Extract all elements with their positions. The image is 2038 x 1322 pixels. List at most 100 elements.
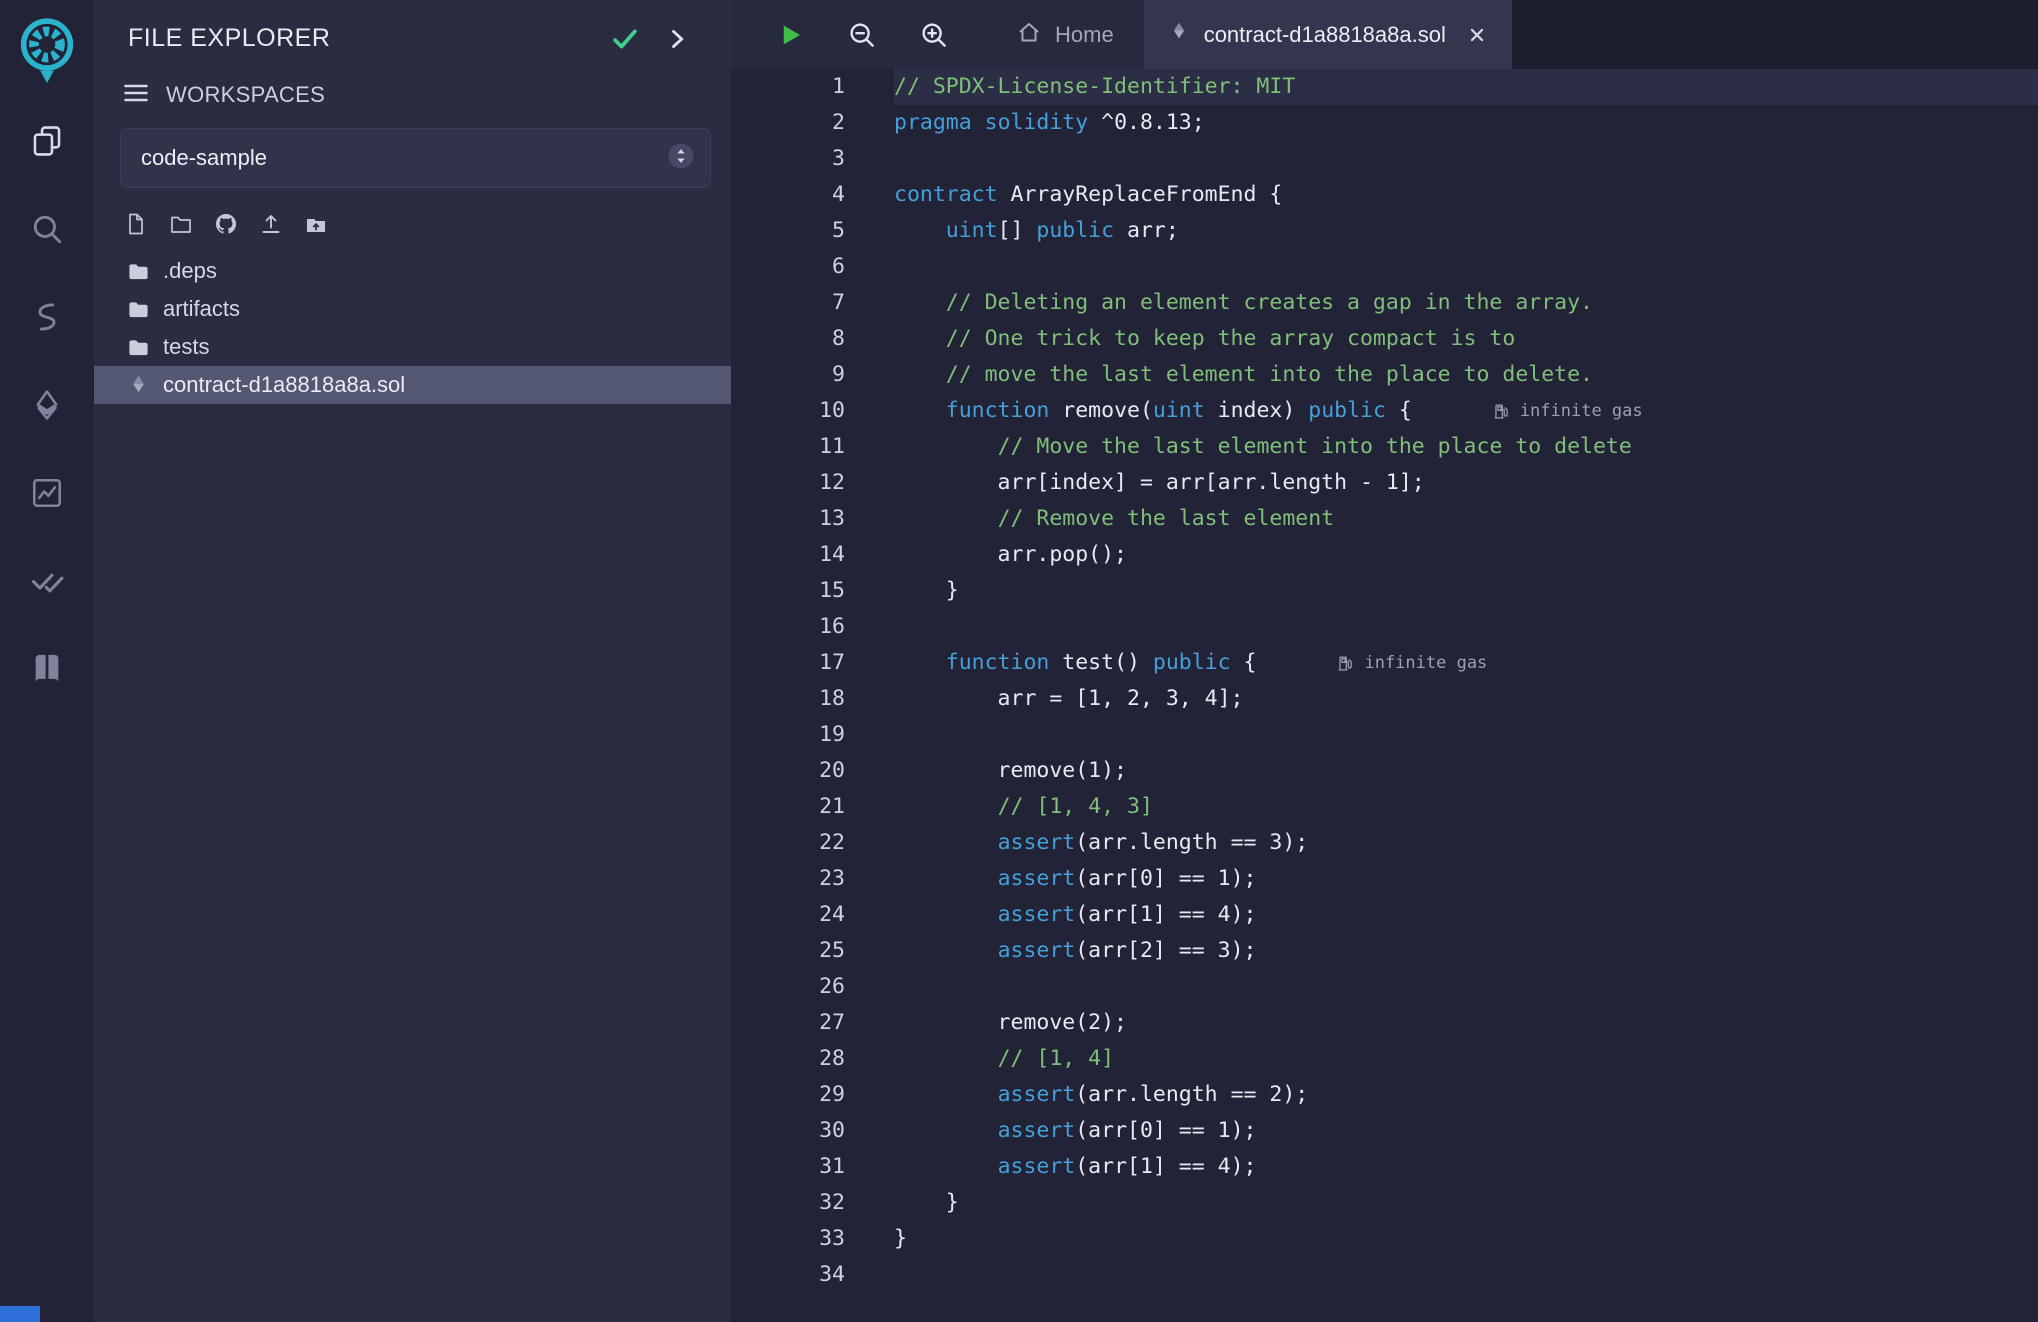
code-line[interactable]: 14 arr.pop(); bbox=[731, 537, 2038, 573]
code-line[interactable]: 18 arr = [1, 2, 3, 4]; bbox=[731, 681, 2038, 717]
line-number[interactable]: 30 bbox=[731, 1113, 894, 1149]
tree-file[interactable]: contract-d1a8818a8a.sol bbox=[94, 366, 731, 404]
line-number[interactable]: 1 bbox=[731, 69, 894, 105]
code-editor[interactable]: 1// SPDX-License-Identifier: MIT2pragma … bbox=[731, 69, 2038, 1322]
code-line[interactable]: 26 bbox=[731, 969, 2038, 1005]
code-line[interactable]: 32 } bbox=[731, 1185, 2038, 1221]
line-number[interactable]: 19 bbox=[731, 717, 894, 753]
line-number[interactable]: 28 bbox=[731, 1041, 894, 1077]
line-number[interactable]: 23 bbox=[731, 861, 894, 897]
code-line[interactable]: 27 remove(2); bbox=[731, 1005, 2038, 1041]
code-line[interactable]: 29 assert(arr.length == 2); bbox=[731, 1077, 2038, 1113]
code-line[interactable]: 10 function remove(uint index) public {i… bbox=[731, 393, 2038, 429]
zoom-out-icon[interactable] bbox=[847, 20, 877, 50]
code-line[interactable]: 20 remove(1); bbox=[731, 753, 2038, 789]
line-number[interactable]: 9 bbox=[731, 357, 894, 393]
line-number[interactable]: 15 bbox=[731, 573, 894, 609]
line-number[interactable]: 2 bbox=[731, 105, 894, 141]
line-number[interactable]: 6 bbox=[731, 249, 894, 285]
code-line[interactable]: 4contract ArrayReplaceFromEnd { bbox=[731, 177, 2038, 213]
code-line[interactable]: 12 arr[index] = arr[arr.length - 1]; bbox=[731, 465, 2038, 501]
line-number[interactable]: 20 bbox=[731, 753, 894, 789]
code-line[interactable]: 31 assert(arr[1] == 4); bbox=[731, 1149, 2038, 1185]
line-number[interactable]: 8 bbox=[731, 321, 894, 357]
code-line[interactable]: 24 assert(arr[1] == 4); bbox=[731, 897, 2038, 933]
run-play-icon[interactable] bbox=[775, 20, 805, 50]
code-line[interactable]: 7 // Deleting an element creates a gap i… bbox=[731, 285, 2038, 321]
line-number[interactable]: 18 bbox=[731, 681, 894, 717]
close-tab-icon[interactable] bbox=[1466, 24, 1488, 46]
line-number[interactable]: 31 bbox=[731, 1149, 894, 1185]
tree-folder[interactable]: artifacts bbox=[94, 290, 731, 328]
verify-check-icon[interactable] bbox=[611, 25, 639, 53]
upload-file-icon[interactable] bbox=[259, 212, 283, 236]
folder-icon bbox=[127, 260, 150, 283]
code-line[interactable]: 8 // One trick to keep the array compact… bbox=[731, 321, 2038, 357]
tab-contract-file[interactable]: contract-d1a8818a8a.sol bbox=[1144, 0, 1512, 69]
static-analysis-icon[interactable] bbox=[26, 560, 68, 602]
tree-folder[interactable]: tests bbox=[94, 328, 731, 366]
line-number[interactable]: 27 bbox=[731, 1005, 894, 1041]
code-line[interactable]: 21 // [1, 4, 3] bbox=[731, 789, 2038, 825]
code-line[interactable]: 15 } bbox=[731, 573, 2038, 609]
solidity-file-icon bbox=[127, 374, 150, 397]
solidity-compiler-icon[interactable] bbox=[26, 296, 68, 338]
code-text: // [1, 4, 3] bbox=[894, 789, 2038, 825]
line-number[interactable]: 4 bbox=[731, 177, 894, 213]
remix-logo-icon[interactable] bbox=[14, 14, 80, 86]
line-number[interactable]: 26 bbox=[731, 969, 894, 1005]
plugins-icon[interactable] bbox=[26, 648, 68, 690]
tab-home[interactable]: Home bbox=[987, 0, 1144, 69]
line-number[interactable]: 25 bbox=[731, 933, 894, 969]
create-new-file-icon[interactable] bbox=[124, 212, 148, 236]
code-line[interactable]: 3 bbox=[731, 141, 2038, 177]
create-new-folder-icon[interactable] bbox=[169, 212, 193, 236]
code-line[interactable]: 34 bbox=[731, 1257, 2038, 1293]
line-number[interactable]: 24 bbox=[731, 897, 894, 933]
line-number[interactable]: 7 bbox=[731, 285, 894, 321]
line-number[interactable]: 3 bbox=[731, 141, 894, 177]
workspace-select[interactable]: code-sample bbox=[120, 128, 711, 188]
line-number[interactable]: 32 bbox=[731, 1185, 894, 1221]
code-line[interactable]: 2pragma solidity ^0.8.13; bbox=[731, 105, 2038, 141]
line-number[interactable]: 13 bbox=[731, 501, 894, 537]
line-number[interactable]: 21 bbox=[731, 789, 894, 825]
upload-folder-icon[interactable] bbox=[304, 212, 328, 236]
line-number[interactable]: 12 bbox=[731, 465, 894, 501]
file-explorer-icon[interactable] bbox=[26, 120, 68, 162]
statistics-icon[interactable] bbox=[26, 472, 68, 514]
clone-github-icon[interactable] bbox=[214, 212, 238, 236]
search-icon[interactable] bbox=[26, 208, 68, 250]
code-line[interactable]: 13 // Remove the last element bbox=[731, 501, 2038, 537]
code-line[interactable]: 17 function test() public {infinite gas bbox=[731, 645, 2038, 681]
workspaces-menu-icon[interactable] bbox=[122, 79, 150, 110]
code-line[interactable]: 9 // move the last element into the plac… bbox=[731, 357, 2038, 393]
line-number[interactable]: 5 bbox=[731, 213, 894, 249]
line-number[interactable]: 34 bbox=[731, 1257, 894, 1293]
code-line[interactable]: 16 bbox=[731, 609, 2038, 645]
line-number[interactable]: 14 bbox=[731, 537, 894, 573]
line-number[interactable]: 17 bbox=[731, 645, 894, 681]
deploy-run-icon[interactable] bbox=[26, 384, 68, 426]
code-line[interactable]: 11 // Move the last element into the pla… bbox=[731, 429, 2038, 465]
line-number[interactable]: 33 bbox=[731, 1221, 894, 1257]
line-number[interactable]: 10 bbox=[731, 393, 894, 429]
tree-folder[interactable]: .deps bbox=[94, 252, 731, 290]
code-line[interactable]: 6 bbox=[731, 249, 2038, 285]
code-line[interactable]: 23 assert(arr[0] == 1); bbox=[731, 861, 2038, 897]
code-line[interactable]: 19 bbox=[731, 717, 2038, 753]
code-line[interactable]: 28 // [1, 4] bbox=[731, 1041, 2038, 1077]
chevron-right-icon[interactable] bbox=[663, 25, 691, 53]
code-line[interactable]: 25 assert(arr[2] == 3); bbox=[731, 933, 2038, 969]
code-line[interactable]: 33} bbox=[731, 1221, 2038, 1257]
workspaces-label: WORKSPACES bbox=[166, 82, 325, 108]
line-number[interactable]: 11 bbox=[731, 429, 894, 465]
code-line[interactable]: 22 assert(arr.length == 3); bbox=[731, 825, 2038, 861]
line-number[interactable]: 22 bbox=[731, 825, 894, 861]
code-line[interactable]: 1// SPDX-License-Identifier: MIT bbox=[731, 69, 2038, 105]
zoom-in-icon[interactable] bbox=[919, 20, 949, 50]
line-number[interactable]: 29 bbox=[731, 1077, 894, 1113]
code-line[interactable]: 30 assert(arr[0] == 1); bbox=[731, 1113, 2038, 1149]
line-number[interactable]: 16 bbox=[731, 609, 894, 645]
code-line[interactable]: 5 uint[] public arr; bbox=[731, 213, 2038, 249]
